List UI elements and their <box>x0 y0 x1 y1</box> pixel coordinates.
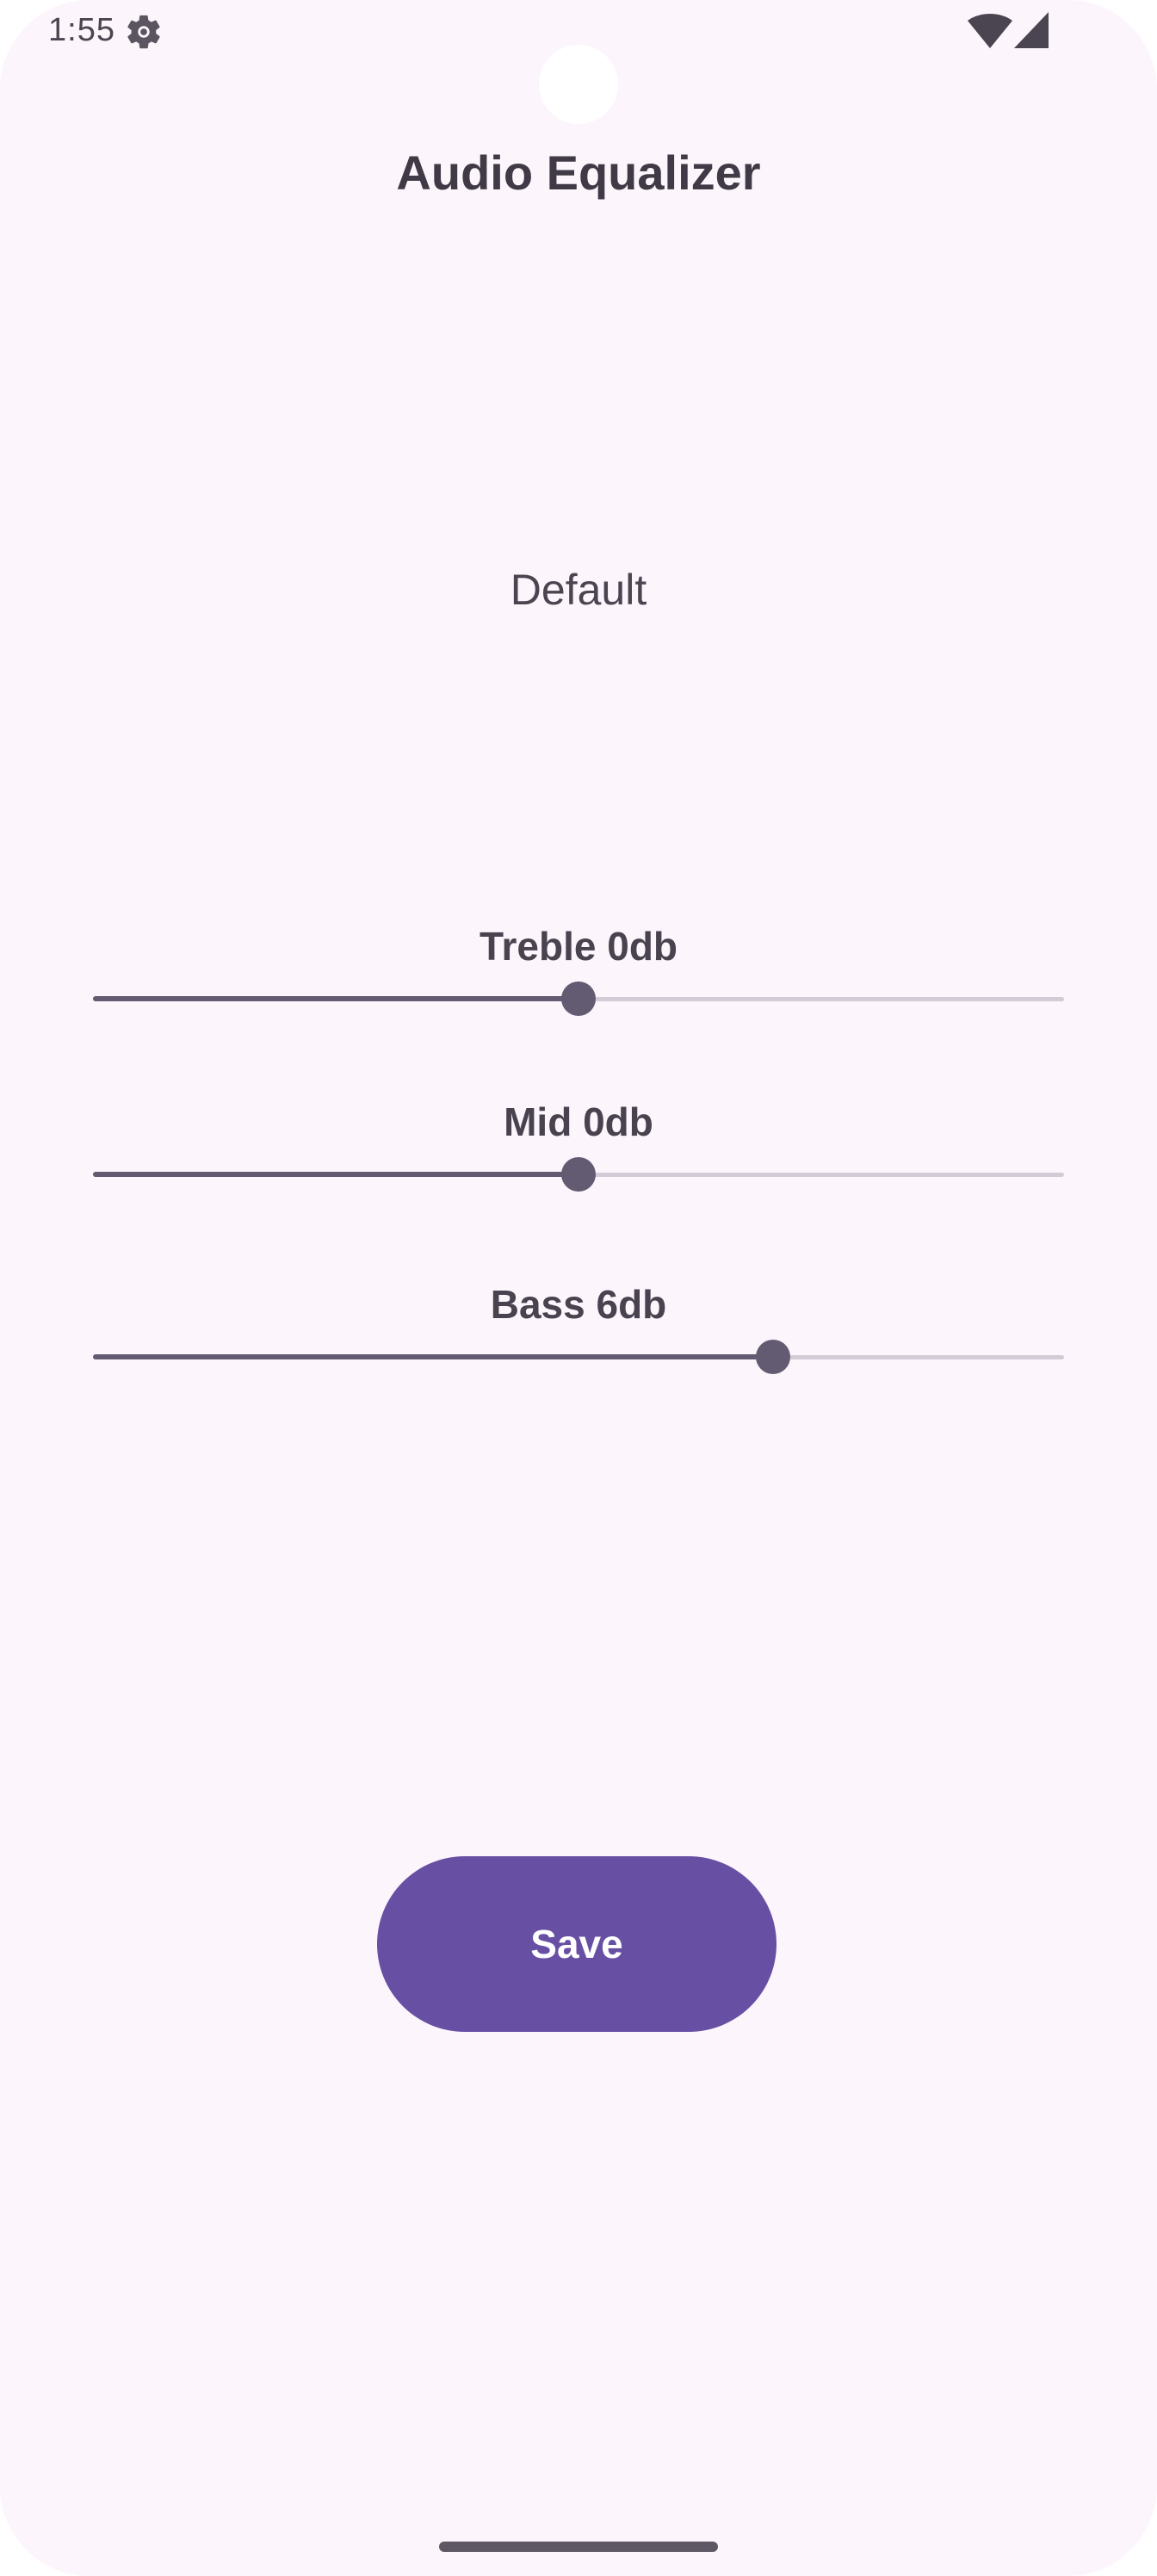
bass-band: Bass 6db <box>93 1281 1064 1384</box>
mid-label: Mid 0db <box>504 1099 653 1144</box>
slider-thumb[interactable] <box>756 1340 790 1374</box>
wifi-icon <box>968 14 1012 48</box>
treble-band: Treble 0db <box>93 923 1064 1026</box>
slider-thumb[interactable] <box>561 1157 596 1192</box>
bass-slider[interactable] <box>93 1338 1064 1376</box>
save-button[interactable]: Save <box>377 1856 776 2032</box>
treble-label: Treble 0db <box>479 924 678 969</box>
status-time: 1:55 <box>48 12 115 48</box>
treble-slider[interactable] <box>93 980 1064 1018</box>
gear-icon <box>127 15 160 49</box>
mid-band: Mid 0db <box>93 1099 1064 1202</box>
signal-icon <box>1014 12 1049 48</box>
preset-selector[interactable]: Default <box>0 565 1157 615</box>
camera-cutout <box>539 45 618 124</box>
app-screen: 1:55 Audio Equalizer Default Treble 0db … <box>0 0 1157 2576</box>
slider-thumb[interactable] <box>561 981 596 1016</box>
slider-active-track <box>93 996 578 1001</box>
mid-slider[interactable] <box>93 1155 1064 1193</box>
slider-active-track <box>93 1172 578 1177</box>
home-indicator[interactable] <box>439 2542 718 2552</box>
page-title: Audio Equalizer <box>396 146 761 200</box>
slider-active-track <box>93 1354 773 1359</box>
bass-label: Bass 6db <box>490 1282 667 1327</box>
